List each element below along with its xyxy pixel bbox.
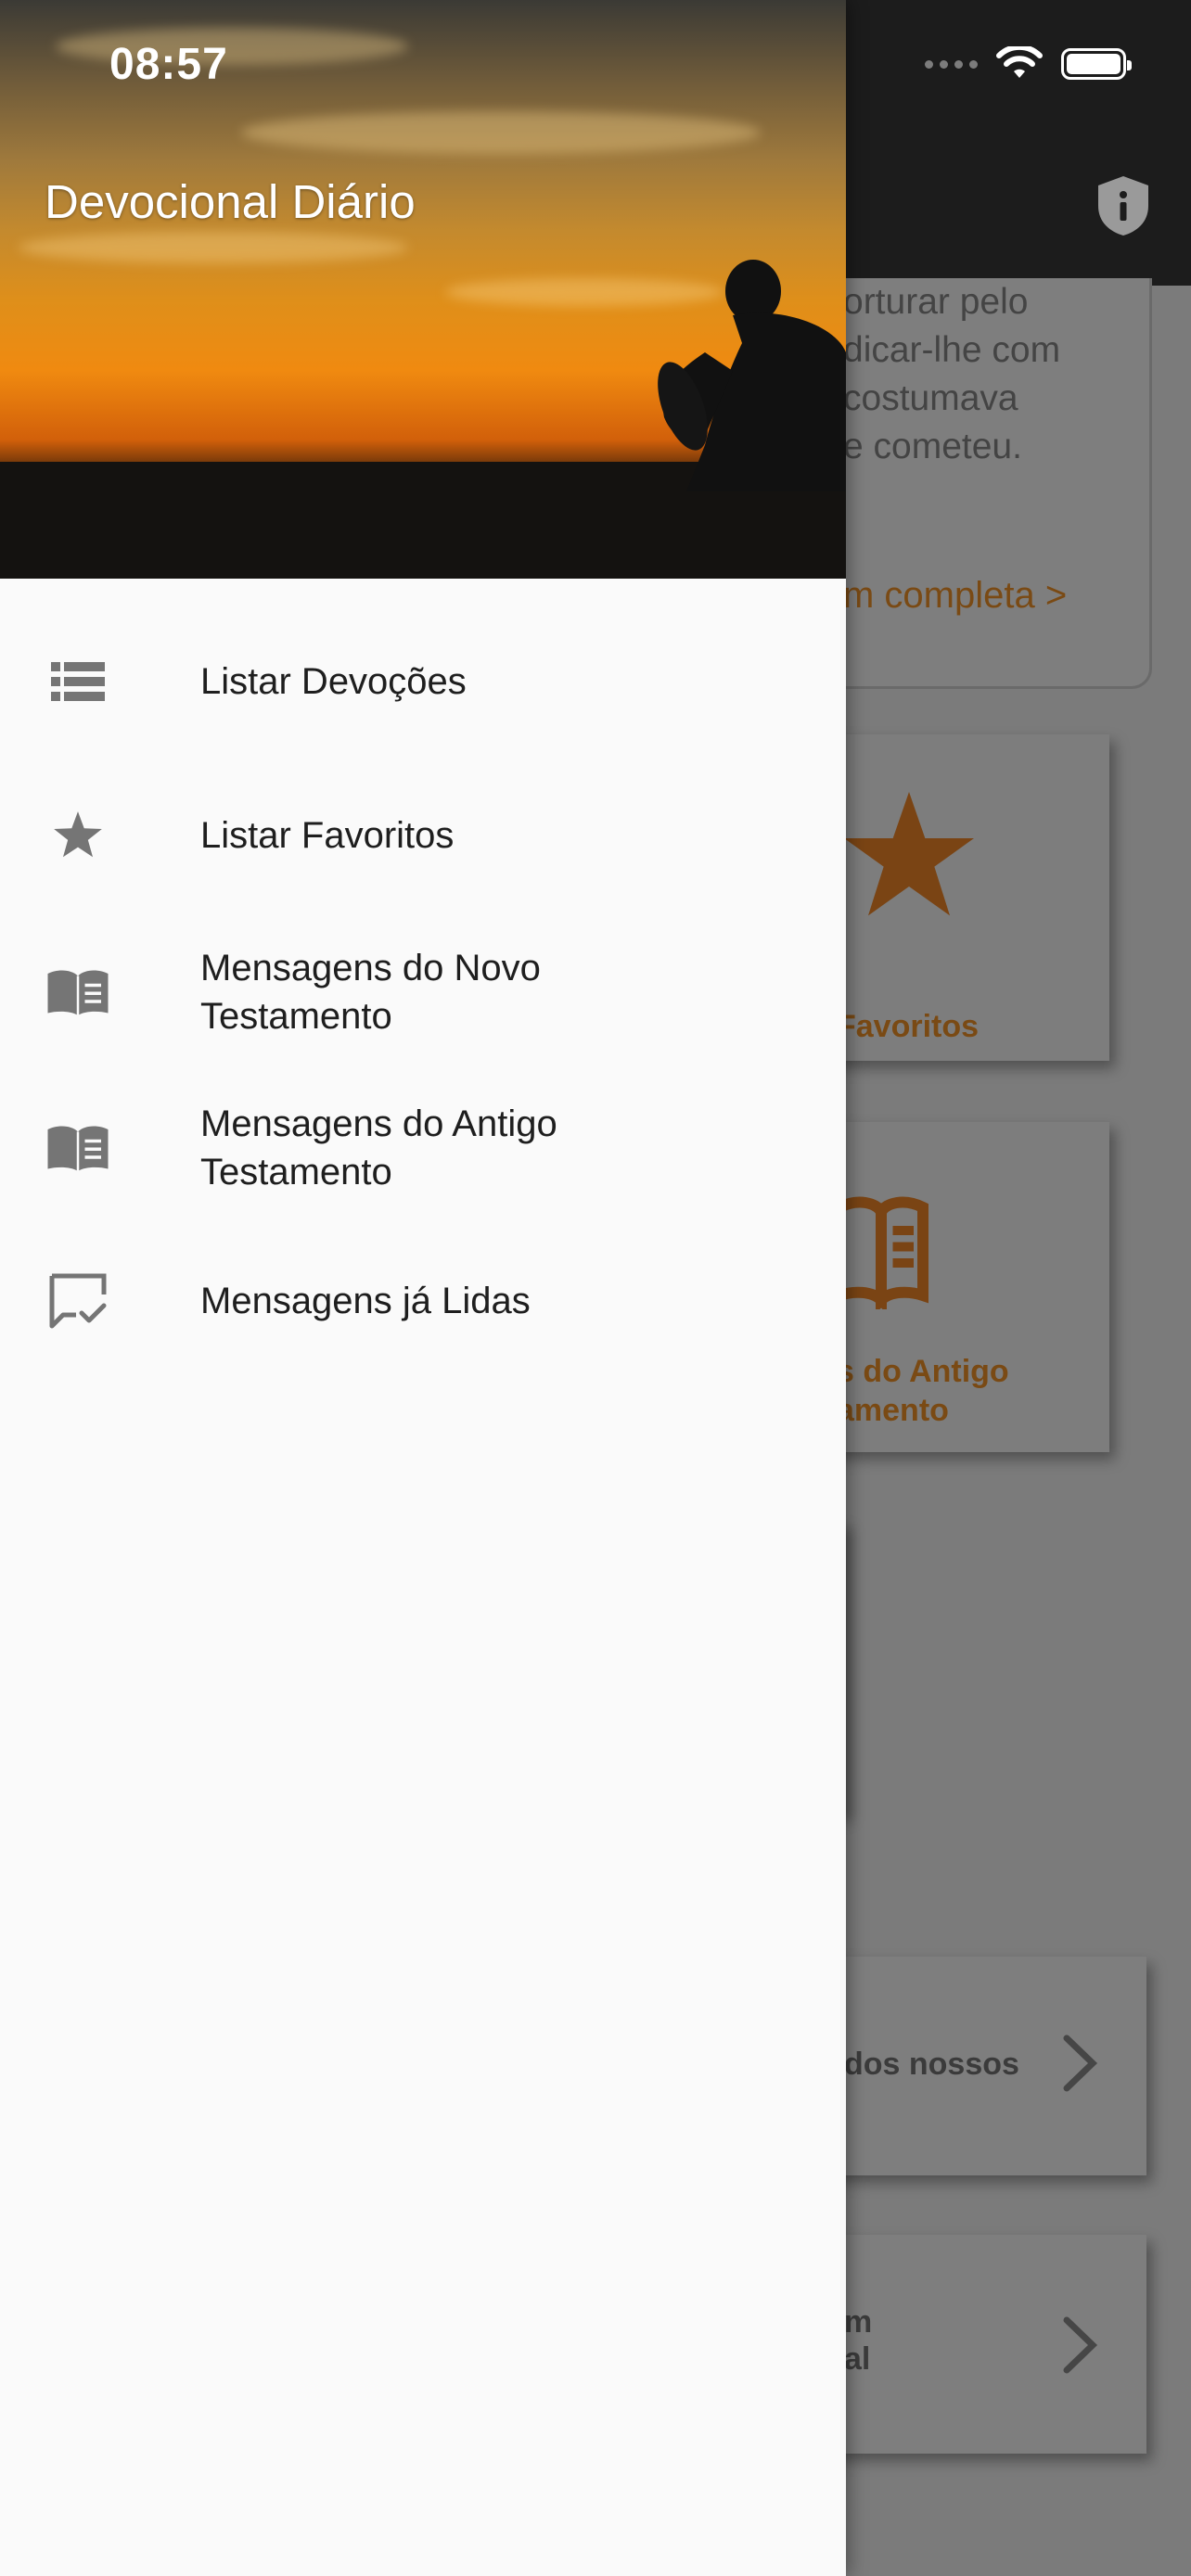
battery-icon: [1061, 48, 1132, 80]
menu-item-novo-testamento[interactable]: Mensagens do Novo Testamento: [0, 937, 846, 1048]
menu-item-label: Mensagens do Antigo Testamento: [200, 1103, 557, 1192]
favorites-tile[interactable]: Favoritos: [807, 734, 1109, 1061]
book-icon: [43, 1113, 113, 1183]
drawer-title: Devocional Diário: [45, 175, 416, 228]
chevron-right-icon: [1063, 2034, 1098, 2092]
old-testament-tile-label: s do Antigo amento: [837, 1354, 1009, 1428]
list-row-2[interactable]: m al: [807, 2235, 1146, 2454]
cellular-signal-icon: [925, 59, 978, 69]
list-row-2-label: m al: [844, 2304, 873, 2377]
menu-item-label: Mensagens já Lidas: [200, 1281, 531, 1321]
navigation-drawer: 08:57 Devocional Diário Listar Devoções …: [0, 0, 846, 2576]
chevron-right-icon: [1063, 2316, 1098, 2374]
list-row-1[interactable]: dos nossos: [807, 1957, 1146, 2175]
list-icon: [43, 646, 113, 717]
list-row-1-label: dos nossos: [844, 2047, 1019, 2082]
status-icons: [925, 46, 1132, 82]
star-icon: [844, 792, 974, 916]
drawer-header: 08:57 Devocional Diário: [0, 0, 846, 579]
menu-item-label: Listar Favoritos: [200, 815, 455, 856]
menu-item-mensagens-lidas[interactable]: Mensagens já Lidas: [0, 1250, 846, 1352]
wifi-icon: [996, 46, 1043, 78]
read-full-link[interactable]: m completa >: [843, 575, 1067, 617]
kneeling-man-silhouette: [658, 260, 846, 491]
menu-item-antigo-testamento[interactable]: Mensagens do Antigo Testamento: [0, 1092, 846, 1204]
status-time: 08:57: [109, 40, 228, 89]
old-testament-tile[interactable]: s do Antigo amento: [807, 1122, 1109, 1452]
devotional-excerpt: orturar pelo dicar-lhe com costumava e c…: [843, 282, 1061, 466]
favorites-tile-label: Favoritos: [837, 1009, 980, 1044]
message-check-icon: [43, 1266, 113, 1336]
menu-item-label: Listar Devoções: [200, 661, 467, 702]
privacy-shield-icon[interactable]: [1095, 174, 1152, 237]
menu-item-label: Mensagens do Novo Testamento: [200, 948, 541, 1037]
star-icon: [43, 800, 113, 871]
book-icon: [43, 957, 113, 1027]
menu-item-listar-devocoes[interactable]: Listar Devoções: [0, 631, 846, 733]
menu-item-listar-favoritos[interactable]: Listar Favoritos: [0, 784, 846, 886]
devotional-card[interactable]: orturar pelo dicar-lhe com costumava e c…: [807, 278, 1152, 689]
